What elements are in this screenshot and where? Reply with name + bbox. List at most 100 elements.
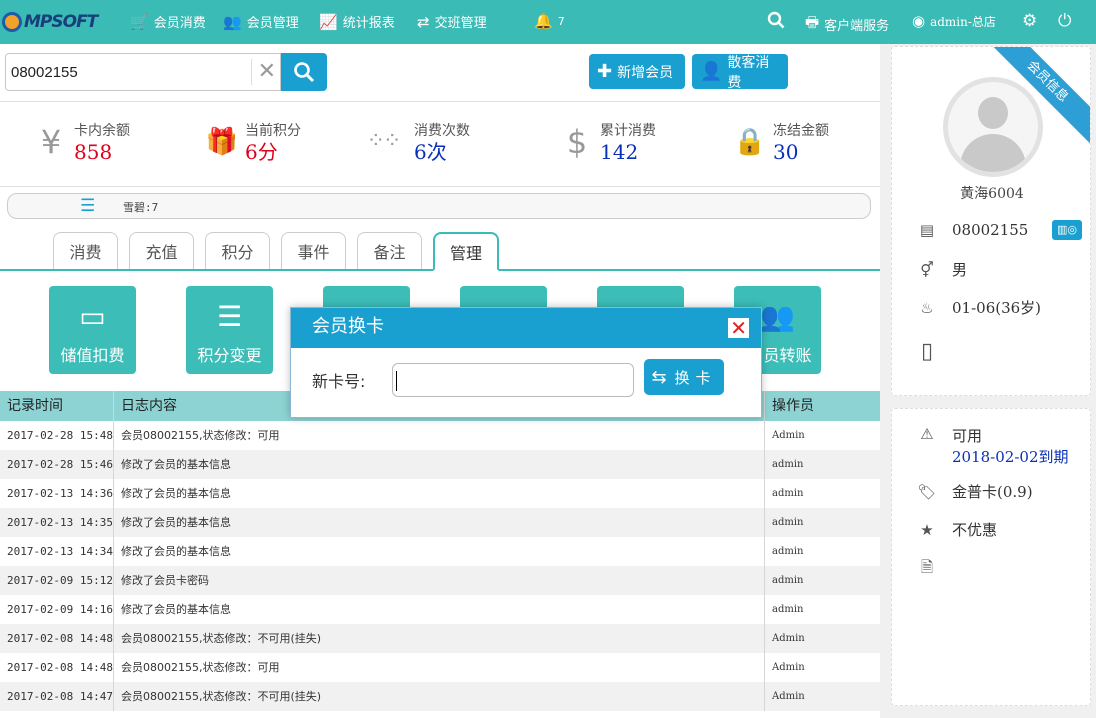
table-row[interactable]: 2017-02-28 15:48 会员08002155,状态修改：可用 Admin <box>0 421 880 450</box>
cell-time: 2017-02-13 14:35 <box>0 508 114 537</box>
cell-operator: admin <box>772 488 804 499</box>
user-menu[interactable]: ◉ admin-总店 <box>912 12 996 30</box>
nav-item-label: 会员消费 <box>153 16 206 31</box>
logo-mark-icon <box>2 12 22 32</box>
member-stats: ¥ 卡内余额 858 🎁 当前积分 6分 ⁘⁘ 消费次数 6次 $ 累计消费 142 🔒… <box>0 101 880 187</box>
table-row[interactable]: 2017-02-08 14:48 会员08002155,状态修改：不可用(挂失) A… <box>0 624 880 653</box>
cell-content: 修改了会员的基本信息 <box>114 479 765 508</box>
change-card-icon[interactable]: ▥◎ <box>1052 220 1082 240</box>
table-row[interactable]: 2017-02-13 14:35 修改了会员的基本信息 admin <box>0 508 880 537</box>
table-row[interactable]: 2017-02-09 14:16 修改了会员的基本信息 admin <box>0 595 880 624</box>
birthday-row: ♨ 01-06(36岁) <box>916 297 1041 318</box>
stat-visits: ⁘⁘ 消费次数 6次 <box>366 122 470 164</box>
cell-content: 修改了会员的基本信息 <box>114 537 765 566</box>
tile-label: 积分变更 <box>197 346 262 365</box>
tab-consume[interactable]: 消费 <box>53 232 118 269</box>
nav-item-reports[interactable]: 📈 统计报表 <box>319 12 395 32</box>
tile-label: 储值扣费 <box>60 346 125 365</box>
member-card-status-card: ⚠ 可用 2018-02-02到期 🏷 金普卡(0.9) ★ 不优惠 🗎 <box>891 408 1091 706</box>
tile-stored-value-deduct[interactable]: ▭ 储值扣费 <box>49 286 136 374</box>
nav-item-member-manage[interactable]: 👥 会员管理 <box>223 12 299 32</box>
table-row[interactable]: 2017-02-13 14:34 修改了会员的基本信息 admin <box>0 537 880 566</box>
list-icon[interactable]: ☰ <box>80 196 95 216</box>
gear-icon[interactable]: ⚙ <box>1022 11 1037 31</box>
coins-icon: ☰ <box>216 300 243 333</box>
notification-count: 7 <box>557 14 565 28</box>
client-service-label: 客户端服务 <box>824 19 890 34</box>
nav-item-label: 统计报表 <box>342 16 395 31</box>
add-member-button[interactable]: ✚ 新增会员 <box>589 54 685 89</box>
gender: 男 <box>952 261 968 279</box>
change-card-label: 换卡 <box>674 368 717 387</box>
tab-manage[interactable]: 管理 <box>433 232 499 271</box>
tile-points-change[interactable]: ☰ 积分变更 <box>186 286 273 374</box>
user-label: admin-总店 <box>930 14 996 29</box>
col-header-time[interactable]: 记录时间 <box>0 391 114 421</box>
stat-label: 消费次数 <box>414 123 470 139</box>
stat-total-spent: $ 累计消费 142 <box>560 122 656 164</box>
search-box: ✕ <box>5 53 281 91</box>
table-row[interactable]: 2017-02-13 14:36 修改了会员的基本信息 admin <box>0 479 880 508</box>
discount-row: ★ 不优惠 <box>916 519 997 540</box>
table-row[interactable]: 2017-02-28 15:46 修改了会员的基本信息 admin <box>0 450 880 479</box>
member-name: 黄海6004 <box>960 186 1024 202</box>
note-row: 🗎 <box>916 557 952 582</box>
cell-operator: Admin <box>772 691 805 702</box>
tab-recharge[interactable]: 充值 <box>129 232 194 269</box>
warning-icon: ⚠ <box>920 425 934 443</box>
change-card-button[interactable]: ⇆ 换卡 <box>644 359 724 395</box>
walkin-label: 散客消费 <box>727 54 770 91</box>
card-status: 可用 <box>952 427 983 445</box>
nav-item-shift[interactable]: ⇄ 交班管理 <box>417 12 487 32</box>
logo[interactable]: MPSOFT <box>2 10 98 34</box>
tab-points[interactable]: 积分 <box>205 232 270 269</box>
cell-time: 2017-02-08 14:48 <box>0 653 114 682</box>
cell-content: 会员08002155,状态修改：可用 <box>114 421 765 450</box>
cell-content: 会员08002155,状态修改：不可用(挂失) <box>114 624 765 653</box>
col-header-operator[interactable]: 操作员 <box>765 391 880 421</box>
stat-value: 142 <box>600 140 639 164</box>
stat-label: 当前积分 <box>245 123 301 139</box>
table-row[interactable]: 2017-02-08 14:48 会员08002155,状态修改：可用 Admin <box>0 653 880 682</box>
dots-grid-icon: ⁘⁘ <box>366 129 402 154</box>
client-service-link[interactable]: 🖶 客户端服务 <box>805 12 889 37</box>
new-card-input[interactable] <box>392 363 634 397</box>
cell-time: 2017-02-08 14:48 <box>0 624 114 653</box>
avatar[interactable] <box>943 77 1043 177</box>
cell-time: 2017-02-28 15:46 <box>0 450 114 479</box>
log-table: 记录时间 日志内容 操作员 2017-02-28 15:48 会员08002155… <box>0 391 880 711</box>
card-type-row: 🏷 金普卡(0.9) <box>916 481 1032 502</box>
walkin-consume-button[interactable]: 👤 散客消费 <box>692 54 788 91</box>
tab-events[interactable]: 事件 <box>281 232 346 269</box>
close-icon[interactable]: ✕ <box>728 318 749 338</box>
logo-text: MPSOFT <box>24 12 98 32</box>
exchange-icon: ⇄ <box>417 12 430 31</box>
nav-item-member-consume[interactable]: 🛒 会员消费 <box>130 12 206 32</box>
log-table-body: 2017-02-28 15:48 会员08002155,状态修改：可用 Admin … <box>0 421 880 711</box>
top-nav-bar: MPSOFT 🛒 会员消费 👥 会员管理 📈 统计报表 ⇄ 交班管理 🔔 7 🖶… <box>0 0 1096 44</box>
search-input[interactable] <box>6 54 246 90</box>
power-icon[interactable]: ⏻ <box>1058 11 1071 31</box>
cell-time: 2017-02-13 14:36 <box>0 479 114 508</box>
stat-value: 6分 <box>245 140 278 164</box>
card-number: 08002155 <box>952 221 1029 239</box>
search-icon[interactable] <box>767 11 785 34</box>
new-card-label: 新卡号: <box>312 372 366 391</box>
table-row[interactable]: 2017-02-09 15:12 修改了会员卡密码 admin <box>0 566 880 595</box>
cell-operator: Admin <box>772 662 805 673</box>
table-row[interactable]: 2017-02-08 14:47 会员08002155,状态修改：不可用(挂失) A… <box>0 682 880 711</box>
notifications-button[interactable]: 🔔 7 <box>534 12 565 30</box>
cell-time: 2017-02-08 14:47 <box>0 682 114 711</box>
cake-icon: ♨ <box>920 298 934 317</box>
tab-strip: 消费 充值 积分 事件 备注 管理 <box>0 232 880 271</box>
search-button[interactable] <box>281 53 327 91</box>
clear-icon[interactable]: ✕ <box>250 59 276 85</box>
star-icon: ★ <box>920 520 934 539</box>
dialog-title: 会员换卡 <box>312 316 384 337</box>
tab-notes[interactable]: 备注 <box>357 232 422 269</box>
card-expiry: 2018-02-02到期 <box>952 448 1069 466</box>
exchange-icon: ⇆ <box>651 366 667 388</box>
cell-operator: Admin <box>772 633 805 644</box>
gift-icon: 🎁 <box>205 127 239 157</box>
add-member-label: 新增会员 <box>617 64 674 81</box>
